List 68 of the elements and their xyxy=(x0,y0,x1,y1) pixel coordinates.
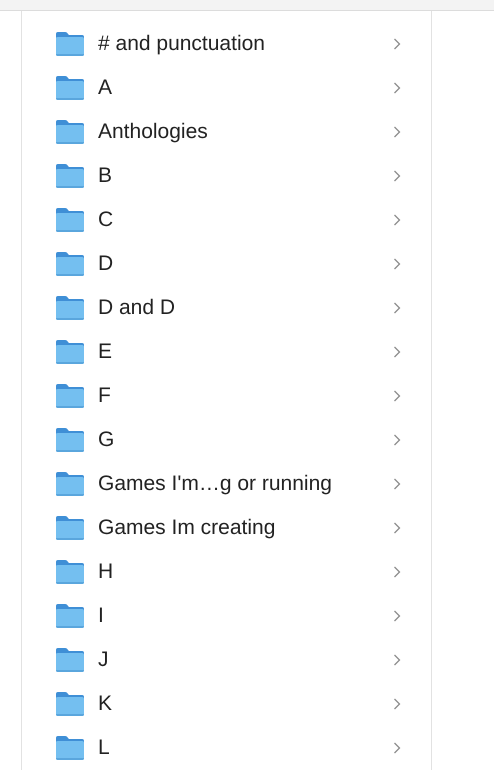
folder-row[interactable]: H xyxy=(22,550,431,594)
folder-name: G xyxy=(98,428,116,452)
folder-name: I xyxy=(98,604,105,628)
folder-name: F xyxy=(98,384,112,408)
folder-name: B xyxy=(98,164,114,188)
chevron-icon xyxy=(393,214,401,226)
chevron-icon xyxy=(393,346,401,358)
folder-name: # and punctuation xyxy=(98,32,266,56)
folder-row[interactable]: Games Im creating xyxy=(22,506,431,550)
folder-icon xyxy=(55,251,85,277)
folder-name: Anthologies xyxy=(98,120,209,144)
folder-row[interactable]: K xyxy=(22,682,431,726)
folder-name: E xyxy=(98,340,114,364)
folder-row[interactable]: D xyxy=(22,242,431,286)
folder-icon xyxy=(55,383,85,409)
folder-row[interactable]: F xyxy=(22,374,431,418)
folder-icon xyxy=(55,735,85,761)
folder-row[interactable]: G xyxy=(22,418,431,462)
chevron-icon xyxy=(393,742,401,754)
chevron-icon xyxy=(393,258,401,270)
folder-name: J xyxy=(98,648,110,672)
chevron-icon xyxy=(393,434,401,446)
chevron-icon xyxy=(393,610,401,622)
folder-row[interactable]: I xyxy=(22,594,431,638)
folder-row[interactable]: Games I'm…g or running xyxy=(22,462,431,506)
folder-row[interactable]: # and punctuation xyxy=(22,22,431,66)
chevron-icon xyxy=(393,82,401,94)
folder-row[interactable]: A xyxy=(22,66,431,110)
folder-row[interactable]: D and D xyxy=(22,286,431,330)
folder-icon xyxy=(55,119,85,145)
folder-row[interactable]: L xyxy=(22,726,431,770)
folder-name: A xyxy=(98,76,114,100)
folder-icon xyxy=(55,31,85,57)
folder-row[interactable]: J xyxy=(22,638,431,682)
folder-name: K xyxy=(98,692,114,716)
chevron-icon xyxy=(393,566,401,578)
folder-name: H xyxy=(98,560,114,584)
folder-name: D and D xyxy=(98,296,176,320)
folder-row[interactable]: E xyxy=(22,330,431,374)
folder-icon xyxy=(55,339,85,365)
folder-icon xyxy=(55,427,85,453)
folder-icon xyxy=(55,207,85,233)
folder-row[interactable]: C xyxy=(22,198,431,242)
folder-icon xyxy=(55,559,85,585)
chevron-icon xyxy=(393,698,401,710)
folder-icon xyxy=(55,471,85,497)
folder-row[interactable]: Anthologies xyxy=(22,110,431,154)
folder-icon xyxy=(55,515,85,541)
folder-icon xyxy=(55,603,85,629)
chevron-icon xyxy=(393,522,401,534)
folder-name: C xyxy=(98,208,114,232)
chevron-icon xyxy=(393,390,401,402)
chevron-icon xyxy=(393,38,401,50)
chevron-icon xyxy=(393,478,401,490)
folder-name: L xyxy=(98,736,111,760)
folder-icon xyxy=(55,295,85,321)
folder-name: Games I'm…g or running xyxy=(98,472,333,496)
folder-icon xyxy=(55,691,85,717)
folder-icon xyxy=(55,163,85,189)
folder-icon xyxy=(55,647,85,673)
folder-row[interactable]: B xyxy=(22,154,431,198)
folder-name: Games Im creating xyxy=(98,516,276,540)
chevron-icon xyxy=(393,170,401,182)
folder-name: D xyxy=(98,252,114,276)
folder-icon xyxy=(55,75,85,101)
chevron-icon xyxy=(393,302,401,314)
chevron-icon xyxy=(393,654,401,666)
chevron-icon xyxy=(393,126,401,138)
